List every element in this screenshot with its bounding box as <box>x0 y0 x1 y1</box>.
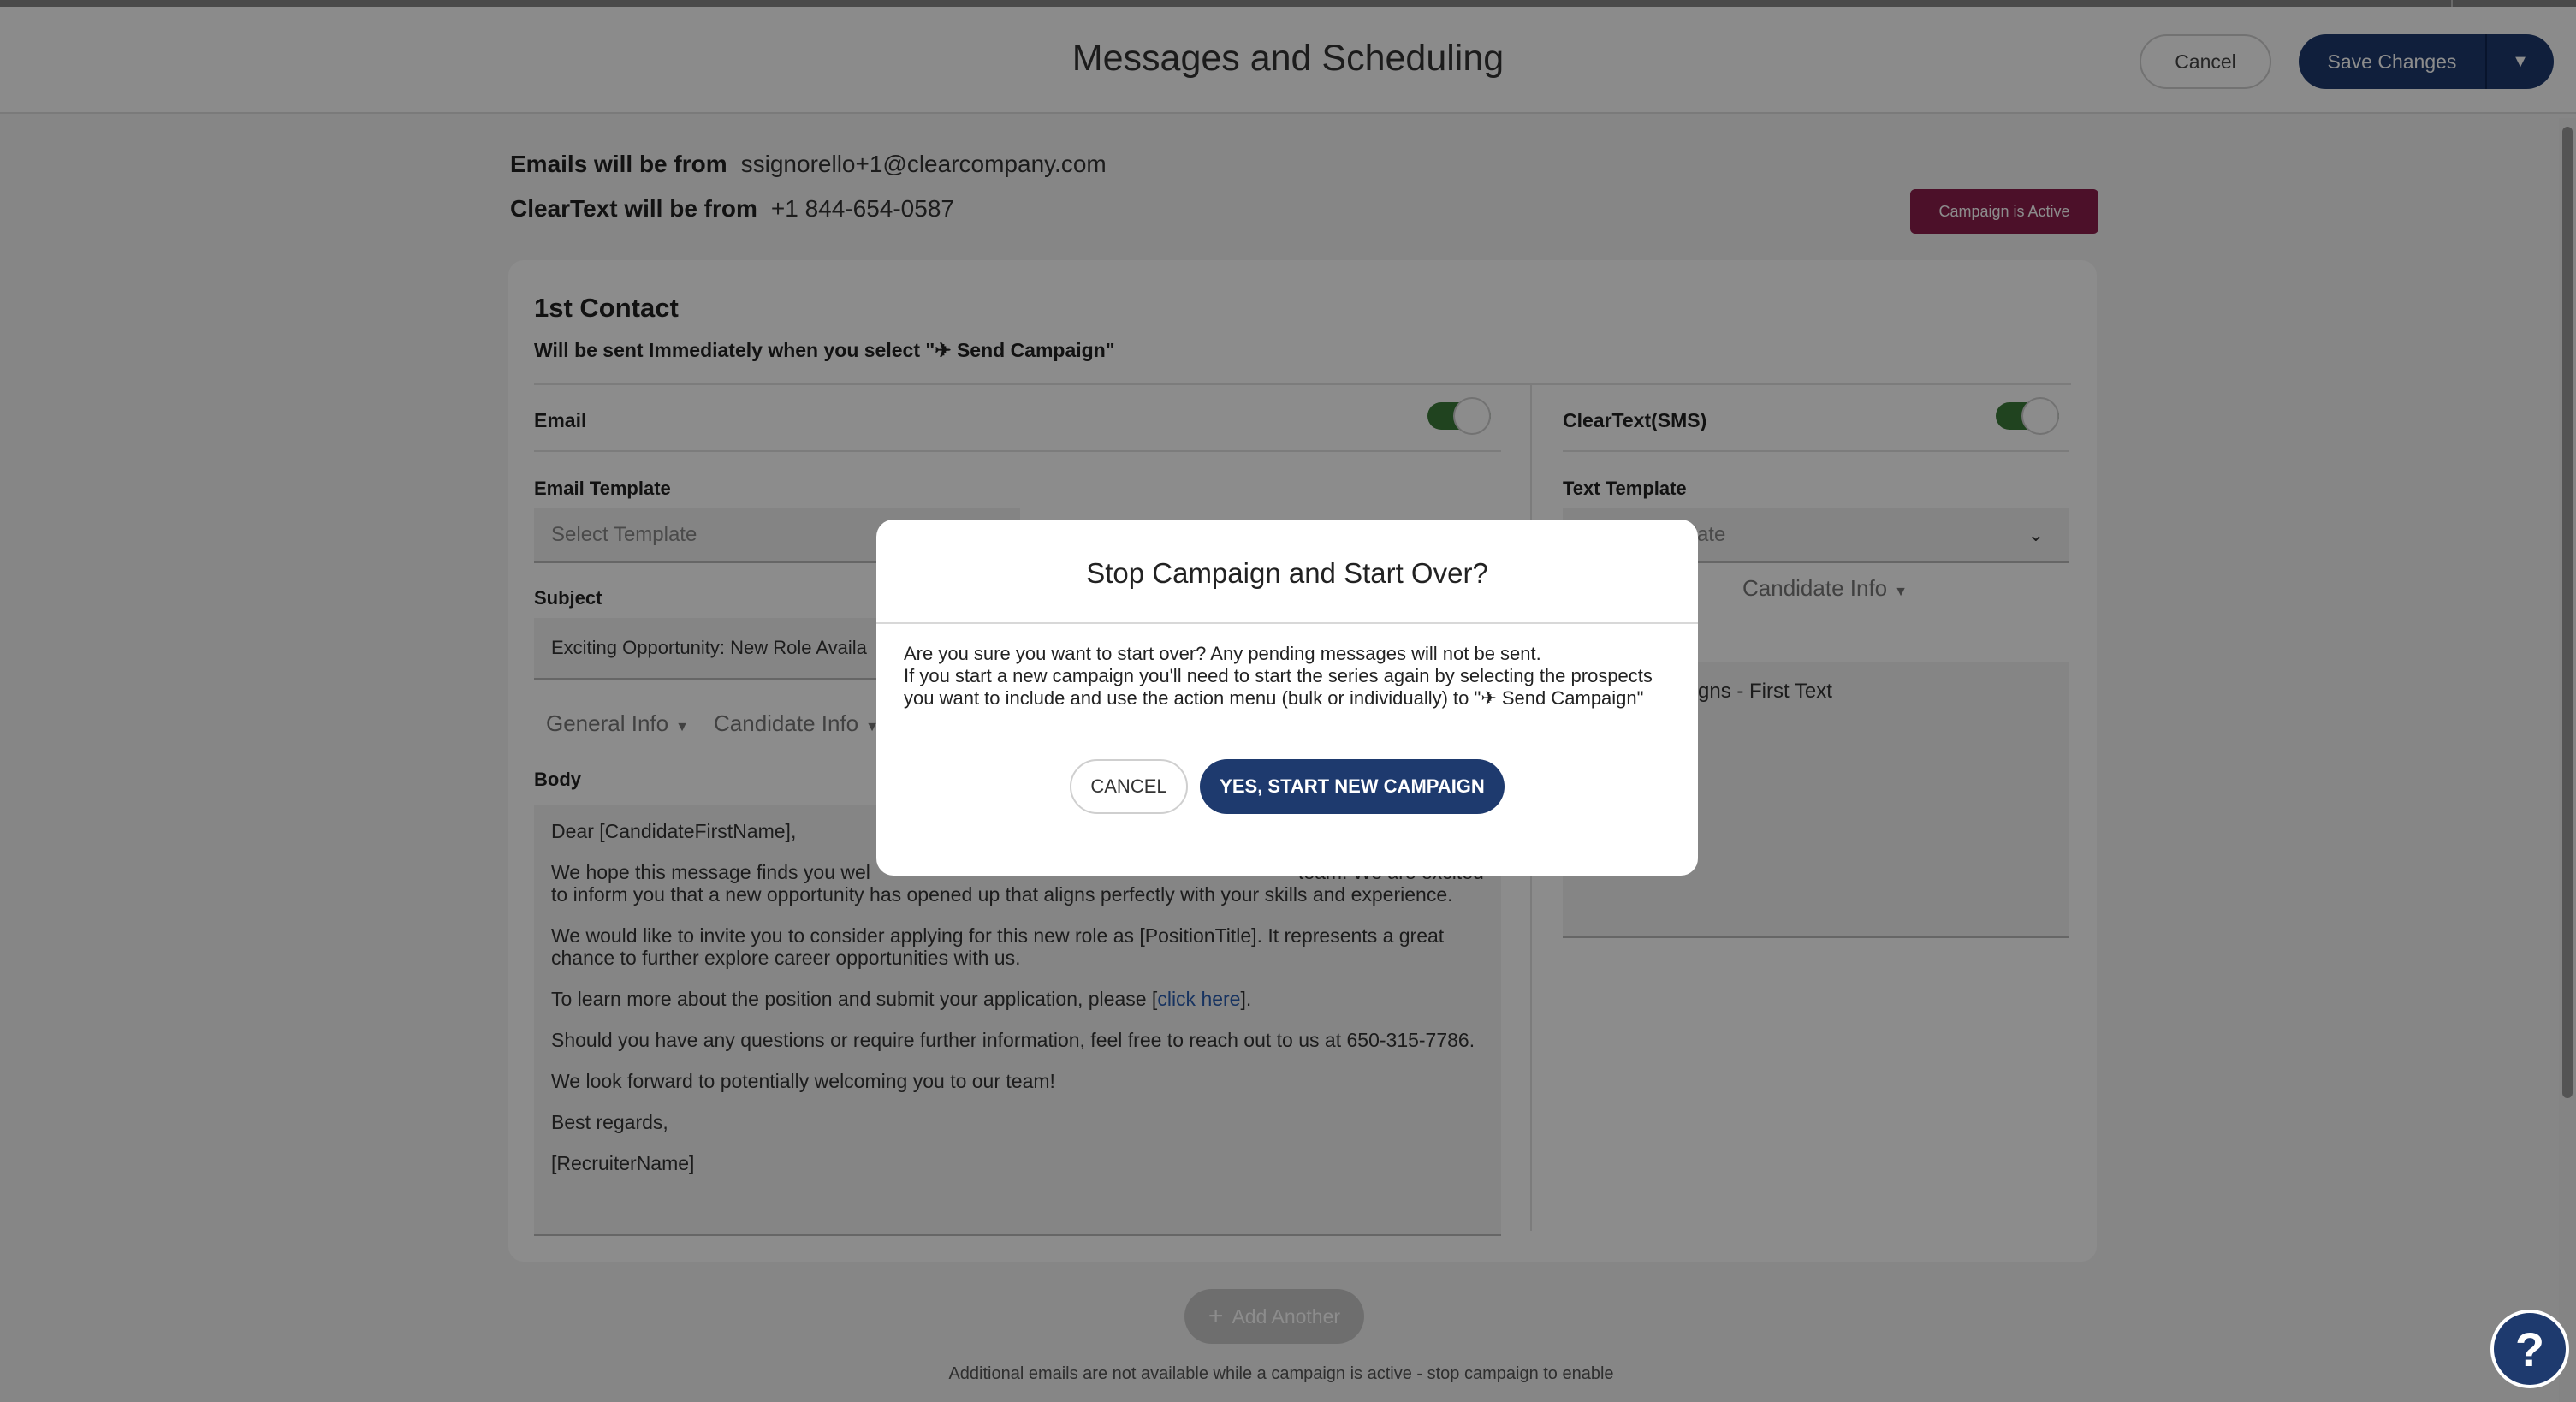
dialog-cancel-button[interactable]: CANCEL <box>1070 759 1188 814</box>
window-divider <box>2451 0 2453 7</box>
dialog-divider <box>876 622 1698 624</box>
start-new-campaign-button[interactable]: YES, START NEW CAMPAIGN <box>1200 759 1505 814</box>
dialog-title: Stop Campaign and Start Over? <box>1086 557 1488 589</box>
dialog-text: " <box>1636 687 1644 709</box>
help-button[interactable]: ? <box>2490 1310 2569 1388</box>
stop-campaign-dialog: Stop Campaign and Start Over? Are you su… <box>876 520 1698 876</box>
dialog-action-text: Send Campaign <box>1501 687 1637 709</box>
paper-plane-icon: ✈ <box>1481 687 1497 709</box>
window-top-strip <box>0 0 2576 7</box>
dialog-line: Are you sure you want to start over? Any… <box>904 643 1541 664</box>
question-mark-icon: ? <box>2514 1322 2545 1376</box>
dialog-line: If you start a new campaign you'll need … <box>904 665 1674 710</box>
dialog-message: Are you sure you want to start over? Any… <box>904 643 1674 710</box>
